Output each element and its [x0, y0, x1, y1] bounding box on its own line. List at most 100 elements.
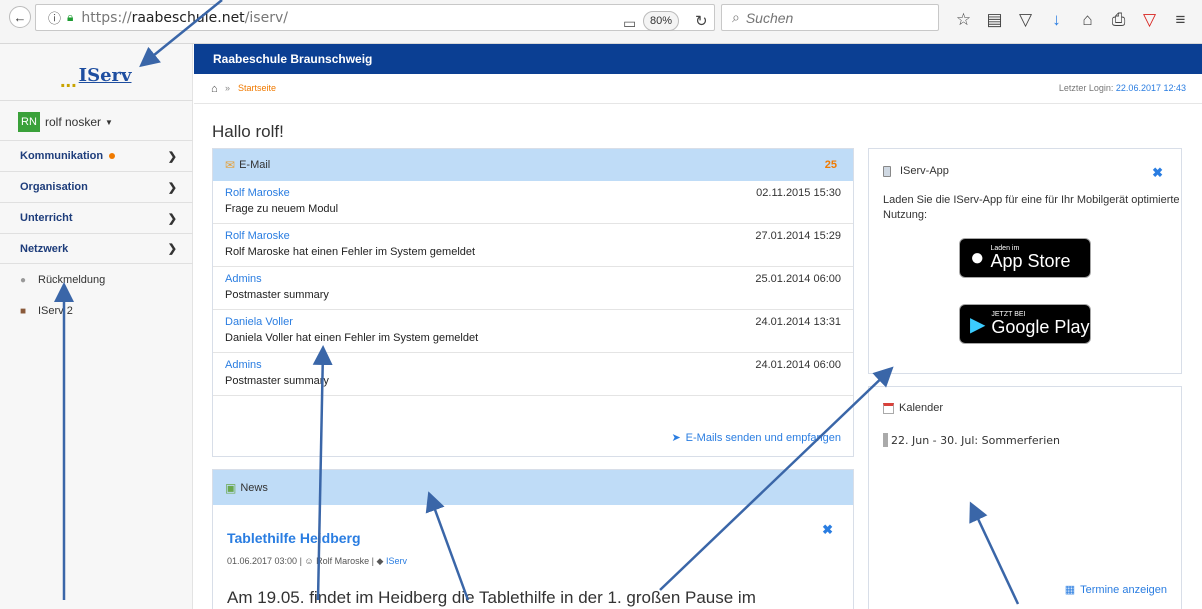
mail-subject[interactable]: Daniela Voller hat einen Fehler im Syste…	[225, 332, 478, 344]
lock-icon: 🔒︎	[67, 10, 74, 24]
user-menu[interactable]: RN rolf nosker ▼	[18, 112, 113, 132]
shield-icon[interactable]: ▽	[1134, 8, 1165, 32]
sidebar-divider	[0, 100, 193, 101]
unread-count-badge: 25	[824, 159, 837, 171]
download-icon[interactable]: ↓	[1041, 8, 1072, 32]
mail-subject[interactable]: Postmaster summary	[225, 289, 329, 301]
calendar-event-label: 22. Jun - 30. Jul: Sommerferien	[891, 433, 1060, 447]
mail-subject[interactable]: Postmaster summary	[225, 375, 329, 387]
sidebar-item-feedback[interactable]: ● Rückmeldung	[20, 274, 105, 286]
url-bar[interactable]: ⓘ 🔒︎ https://raabeschule.net/iserv/	[35, 4, 715, 31]
sidebar-item-netzwerk[interactable]: Netzwerk ❯	[0, 233, 193, 264]
iserv-app-text: Laden Sie die IServ-App für eine für Ihr…	[883, 194, 1180, 221]
reading-list-icon[interactable]: ▤	[979, 8, 1010, 32]
sidebar-item-label: Rückmeldung	[38, 274, 106, 286]
info-icon[interactable]: ⓘ	[48, 8, 61, 27]
last-login-value[interactable]: 22.06.2017 12:43	[1116, 83, 1186, 93]
news-item-date: 01.06.2017 03:00 |	[227, 556, 302, 566]
iserv-logo[interactable]: ... IServ	[60, 56, 132, 91]
school-title[interactable]: Raabeschule Braunschweig	[213, 52, 372, 66]
calendar-event[interactable]: 22. Jun - 30. Jul: Sommerferien	[883, 433, 1060, 447]
table-row[interactable]: Daniela Voller 24.01.2014 13:31 Daniela …	[213, 310, 853, 353]
menu-icon[interactable]: ≡	[1165, 8, 1196, 32]
news-item-author[interactable]: Rolf Maroske	[316, 556, 369, 566]
send-receive-link[interactable]: ➤ E-Mails senden und empfangen	[671, 431, 841, 445]
mail-date: 27.01.2014 15:29	[755, 230, 841, 242]
calendar-panel: Kalender 22. Jun - 30. Jul: Sommerferien…	[868, 386, 1182, 609]
envelope-icon: ✉	[225, 158, 236, 172]
pocket-icon[interactable]: ▽	[1010, 8, 1041, 32]
calendar-header: Kalender	[883, 402, 943, 414]
sidebar-item-label: Kommunikation	[20, 150, 104, 162]
sidebar-item-unterricht[interactable]: Unterricht ❯	[0, 202, 193, 233]
url-text[interactable]: https://raabeschule.net/iserv/	[81, 10, 288, 26]
table-row[interactable]: Rolf Maroske 27.01.2014 15:29 Rolf Maros…	[213, 224, 853, 267]
table-row[interactable]: Admins 25.01.2014 06:00 Postmaster summa…	[213, 267, 853, 310]
news-panel-header[interactable]: ▣ News	[213, 470, 853, 505]
home-icon[interactable]: ⌂	[211, 83, 218, 95]
school-header: Raabeschule Braunschweig	[194, 44, 1202, 74]
sidebar-item-label: Organisation	[20, 181, 88, 193]
app-store-label: Laden im App Store	[991, 245, 1071, 271]
news-panel: ▣ News ✖ Tablethilfe Heidberg 01.06.2017…	[212, 469, 854, 609]
email-panel-title: E-Mail	[239, 159, 271, 171]
home-icon[interactable]: ⌂	[1072, 8, 1103, 32]
smartphone-icon	[883, 165, 891, 177]
notification-dot	[109, 153, 116, 159]
show-appointments-link[interactable]: ▦ Termine anzeigen	[1065, 583, 1167, 597]
breadcrumb-startseite[interactable]: Startseite	[238, 83, 276, 93]
reader-view-icon[interactable]: ▭	[623, 15, 636, 32]
breadcrumb-separator: »	[225, 83, 231, 93]
speech-bubble-icon: ●	[20, 274, 27, 286]
zoom-level-badge[interactable]: 80%	[643, 11, 679, 31]
mail-date: 02.11.2015 15:30	[756, 187, 841, 199]
mail-sender[interactable]: Daniela Voller	[225, 316, 293, 328]
chevron-right-icon: ❯	[167, 150, 177, 163]
app-store-button[interactable]: ● Laden im App Store	[959, 238, 1091, 278]
mail-subject[interactable]: Rolf Maroske hat einen Fehler im System …	[225, 246, 475, 258]
mail-subject[interactable]: Frage zu neuem Modul	[225, 203, 338, 215]
print-icon[interactable]: ⎙	[1103, 8, 1134, 32]
calendar-title: Kalender	[899, 402, 944, 414]
close-icon[interactable]: ✖	[1152, 165, 1163, 181]
bookmark-star-icon[interactable]: ☆	[948, 8, 979, 32]
back-arrow-icon[interactable]: ←	[9, 6, 31, 28]
news-item-separator: |	[371, 556, 375, 566]
iserv-app-header: IServ-App	[883, 165, 949, 177]
google-play-button[interactable]: ▶ JETZT BEI Google Play	[959, 304, 1091, 344]
calendar-icon	[883, 402, 894, 414]
mail-date: 24.01.2014 13:31	[755, 316, 841, 328]
last-login: Letzter Login: 22.06.2017 12:43	[1059, 83, 1186, 93]
table-row[interactable]: Admins 24.01.2014 06:00 Postmaster summa…	[213, 353, 853, 396]
email-panel-header[interactable]: ✉ E-Mail 25	[213, 149, 853, 181]
breadcrumb: ⌂ » Startseite Letzter Login: 22.06.2017…	[194, 74, 1202, 104]
table-row[interactable]: Rolf Maroske 02.11.2015 15:30 Frage zu n…	[213, 181, 853, 224]
page-title: Hallo rolf!	[212, 122, 284, 141]
sidebar-nav: Kommunikation ❯ Organisation ❯ Unterrich…	[0, 140, 193, 264]
chevron-right-icon: ❯	[167, 212, 177, 225]
sidebar-item-iserv2[interactable]: ■ IServ 2	[20, 305, 73, 317]
sidebar-item-label: Netzwerk	[20, 242, 69, 255]
news-panel-title: News	[240, 481, 268, 494]
newspaper-icon: ▣	[225, 480, 237, 495]
google-play-big-text: Google Play	[991, 317, 1090, 337]
browser-toolbar-icons: ☆ ▤ ▽ ↓ ⌂ ⎙ ▽ ≡	[948, 8, 1196, 32]
news-item-tag[interactable]: IServ	[386, 556, 407, 566]
browser-search-input[interactable]	[745, 9, 916, 26]
reload-icon[interactable]: ↻	[695, 12, 708, 30]
chevron-right-icon: ❯	[167, 243, 177, 255]
mail-sender[interactable]: Rolf Maroske	[225, 230, 290, 242]
mail-sender[interactable]: Rolf Maroske	[225, 187, 290, 199]
sidebar: ... IServ RN rolf nosker ▼ Kommunikation…	[0, 44, 193, 609]
browser-search-box[interactable]: ⌕	[721, 4, 939, 31]
play-triangle-icon: ▶	[970, 313, 986, 336]
mail-sender[interactable]: Admins	[225, 273, 262, 285]
chevron-right-icon: ❯	[167, 181, 177, 194]
sidebar-item-organisation[interactable]: Organisation ❯	[0, 171, 193, 202]
mail-sender[interactable]: Admins	[225, 359, 262, 371]
news-item-title[interactable]: Tablethilfe Heidberg	[227, 530, 361, 546]
sidebar-item-kommunikation[interactable]: Kommunikation ❯	[0, 140, 193, 171]
user-name: rolf nosker	[45, 115, 102, 129]
sidebar-item-label: IServ 2	[38, 305, 73, 317]
close-icon[interactable]: ✖	[822, 522, 833, 538]
